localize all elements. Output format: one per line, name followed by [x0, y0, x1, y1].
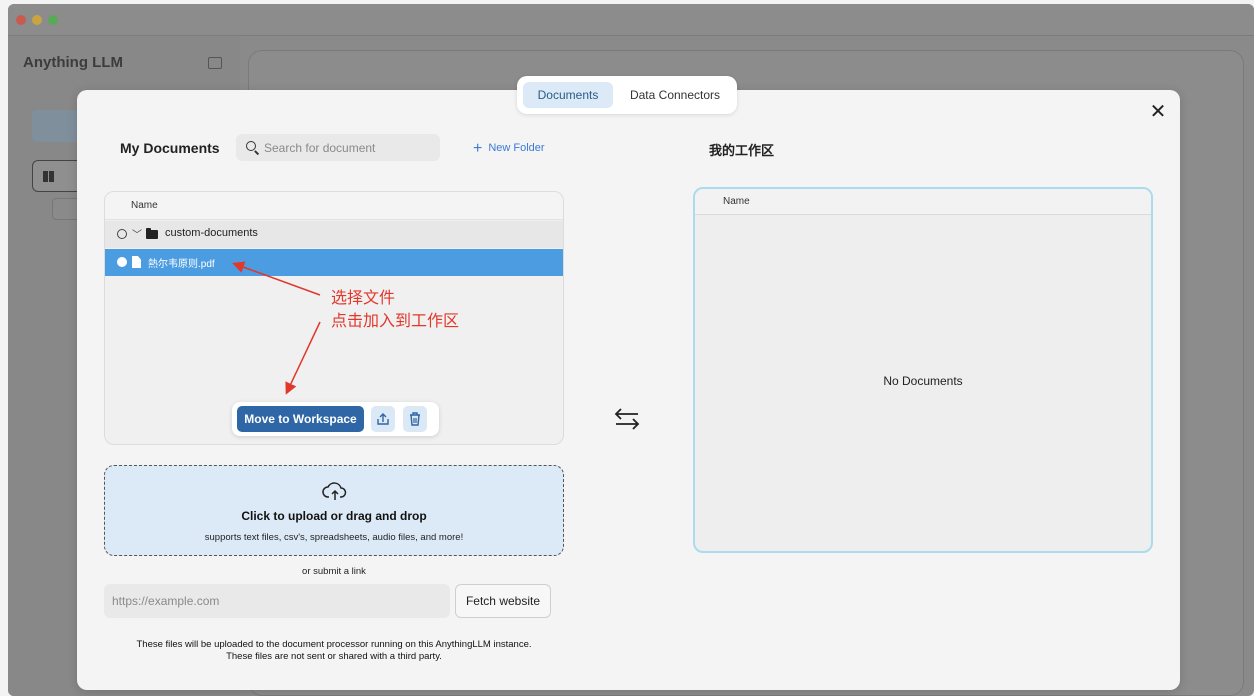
title-bar	[8, 4, 1254, 36]
move-to-folder-button[interactable]	[371, 406, 395, 432]
workspace-table-header: Name	[695, 189, 1151, 215]
my-documents-title: My Documents	[120, 140, 220, 156]
new-folder-button[interactable]: + New Folder	[473, 140, 545, 158]
annotation-select-file: 选择文件	[331, 288, 396, 307]
sidebar-toggle-icon[interactable]	[208, 57, 222, 69]
annotation-add-to-workspace: 点击加入到工作区	[331, 311, 460, 330]
empty-state-text: No Documents	[883, 374, 963, 388]
minimize-window-button[interactable]	[32, 15, 42, 25]
search-input[interactable]	[264, 134, 434, 161]
grid-icon	[43, 171, 54, 182]
delete-button[interactable]	[403, 406, 427, 432]
column-name-header: Name	[131, 200, 158, 211]
folder-row[interactable]: ﹀ custom-documents	[105, 221, 563, 248]
close-window-button[interactable]	[16, 15, 26, 25]
document-manager-modal: ✕ My Documents + New Folder Name ﹀ custom…	[77, 90, 1180, 690]
privacy-note-line2: These files are not sent or shared with …	[226, 651, 442, 662]
upload-drop-zone[interactable]: Click to upload or drag and drop support…	[104, 465, 564, 556]
url-input[interactable]	[104, 584, 450, 618]
folder-move-icon	[377, 413, 389, 425]
plus-icon: +	[473, 140, 483, 157]
file-name: 熱尔韦原则.pdf	[148, 259, 215, 270]
table-header: Name	[105, 192, 563, 220]
search-box	[236, 134, 440, 161]
search-icon	[246, 141, 256, 151]
file-checkbox[interactable]	[117, 257, 127, 267]
upload-title: Click to upload or drag and drop	[241, 509, 427, 523]
workspace-documents-panel: Name No Documents	[693, 187, 1153, 553]
tab-documents[interactable]: Documents	[523, 82, 613, 108]
document-tabs: Documents Data Connectors	[517, 76, 737, 114]
maximize-window-button[interactable]	[48, 15, 58, 25]
swap-arrows-icon	[614, 408, 640, 430]
folder-icon	[146, 228, 158, 239]
fetch-website-button[interactable]: Fetch website	[455, 584, 551, 618]
workspace-column-name-header: Name	[723, 196, 750, 207]
or-submit-link-label: or submit a link	[302, 566, 366, 577]
selection-action-bar: Move to Workspace	[232, 402, 439, 436]
file-icon	[132, 256, 141, 268]
workspace-title: 我的工作区	[709, 144, 775, 159]
chevron-down-icon[interactable]: ﹀	[132, 226, 142, 241]
privacy-note: These files will be uploaded to the docu…	[104, 639, 564, 663]
tab-data-connectors[interactable]: Data Connectors	[619, 82, 731, 108]
folder-checkbox[interactable]	[117, 229, 127, 239]
cloud-upload-icon	[322, 482, 347, 500]
folder-name: custom-documents	[165, 227, 258, 239]
move-to-workspace-button[interactable]: Move to Workspace	[237, 406, 364, 432]
privacy-note-line1: These files will be uploaded to the docu…	[136, 639, 532, 650]
trash-icon	[410, 412, 420, 426]
brand-logo: Anything LLM	[23, 54, 123, 71]
upload-subtitle: supports text files, csv's, spreadsheets…	[204, 532, 464, 543]
close-icon[interactable]: ✕	[1148, 102, 1168, 122]
file-row[interactable]: 熱尔韦原则.pdf	[105, 249, 563, 276]
new-folder-label: New Folder	[488, 142, 545, 154]
